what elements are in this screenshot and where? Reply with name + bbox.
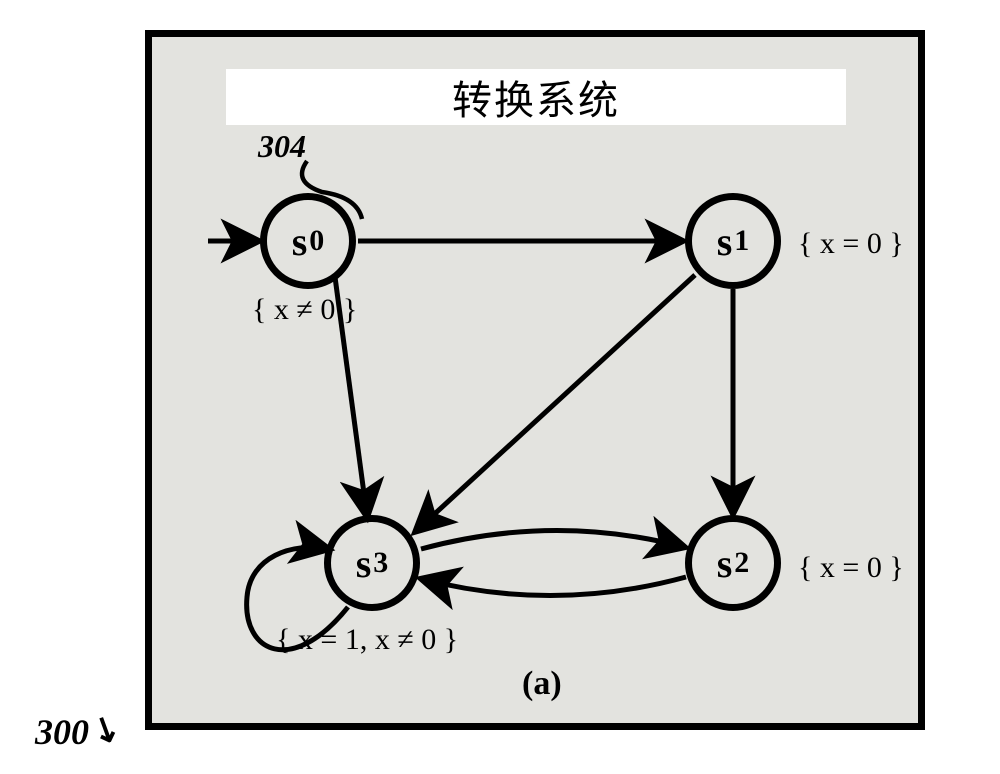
panel-a: 转换系统 304 s0 s1 s2 s3 [145, 30, 925, 730]
prop-s2: { x = 0 } [798, 551, 904, 585]
figure-reference-number: 300 [35, 712, 89, 752]
state-s0-sub: 0 [309, 224, 324, 258]
arrow-glyph-icon: ↘ [85, 709, 125, 752]
state-s1-sub: 1 [734, 224, 749, 258]
state-s0: s0 [260, 193, 356, 289]
state-s2-label: s [717, 540, 733, 587]
panel-sublabel: (a) [522, 665, 562, 703]
figure-reference: 300↘ [35, 714, 120, 751]
transition-arrows [152, 37, 918, 723]
state-s2: s2 [685, 515, 781, 611]
prop-s0: { x ≠ 0 } [252, 293, 357, 327]
prop-s3: { x = 1, x ≠ 0 } [276, 623, 458, 657]
state-s3-sub: 3 [373, 546, 388, 580]
state-s0-label: s [292, 218, 308, 265]
state-s1-label: s [717, 218, 733, 265]
state-s3-label: s [356, 540, 372, 587]
state-s1: s1 [685, 193, 781, 289]
state-s2-sub: 2 [734, 546, 749, 580]
prop-s1: { x = 0 } [798, 227, 904, 261]
state-s3: s3 [324, 515, 420, 611]
